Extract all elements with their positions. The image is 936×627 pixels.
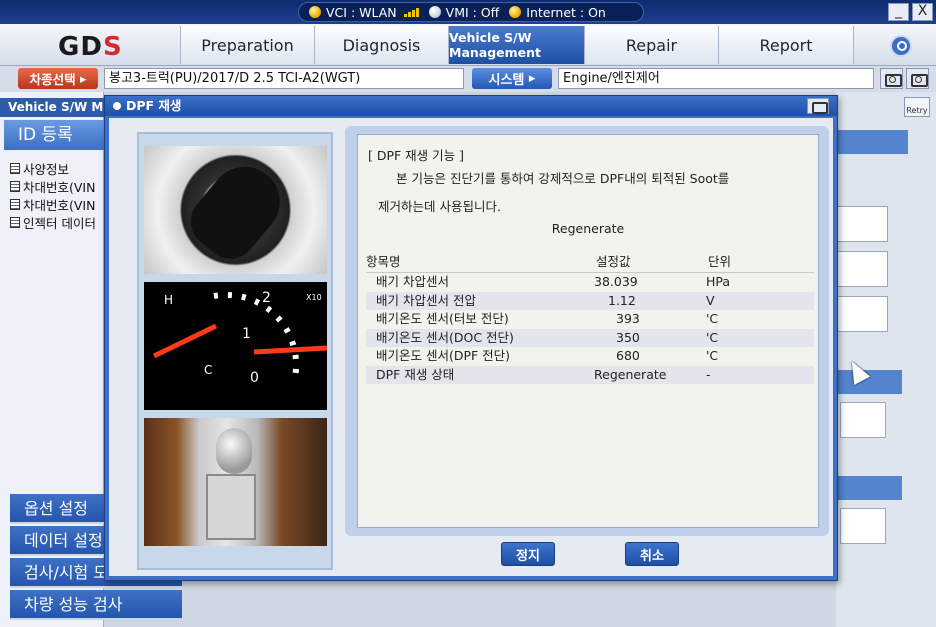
- right-box: [836, 206, 888, 242]
- svg-text:2: 2: [262, 290, 271, 306]
- dialog-camera-icon[interactable]: [807, 98, 829, 114]
- vehicle-select-label: 차종선택: [29, 72, 76, 87]
- search-icon[interactable]: [890, 35, 912, 57]
- function-description: 본 기능은 진단기를 통하여 강제적으로 DPF내의 퇴적된 Soot를 제거하…: [378, 171, 730, 214]
- right-box: [840, 402, 886, 438]
- vmi-status: VMI : Off: [428, 4, 500, 20]
- vehicle-field: 봉고3-트럭(PU)/2017/D 2.5 TCI-A2(WGT): [104, 68, 464, 89]
- dialog-titlebar: DPF 재생: [105, 96, 837, 116]
- capture-camera-icon[interactable]: [906, 68, 929, 89]
- table-row: DPF 재생 상태 Regenerate -: [366, 365, 814, 384]
- table-row: 배기 차압센서 전압 1.12 V: [366, 291, 814, 310]
- tab-repair[interactable]: Repair: [584, 26, 718, 64]
- table-row: 배기온도 센서(DPF 전단) 680 'C: [376, 348, 719, 363]
- system-button[interactable]: 시스템 ▸: [472, 68, 552, 89]
- right-box: [836, 296, 888, 332]
- right-header-bar: [836, 130, 908, 154]
- info-panel: [ DPF 재생 기능 ] 본 기능은 진단기를 통하여 강제적으로 DPF내의…: [357, 134, 819, 528]
- vehicle-performance-button[interactable]: 차량 성능 검사: [10, 590, 182, 620]
- tab-vehicle-sw-management[interactable]: Vehicle S/W Management: [448, 26, 584, 64]
- vehicle-select-button[interactable]: 차종선택 ▸: [18, 68, 98, 89]
- screenshot-camera-icon[interactable]: [880, 68, 903, 89]
- internet-led-icon: [509, 6, 522, 18]
- guide-photos: H 2 1 0 C X10: [137, 132, 333, 570]
- tachometer-image: H 2 1 0 C X10: [144, 282, 327, 410]
- vehicle-bar: 차종선택 ▸ 봉고3-트럭(PU)/2017/D 2.5 TCI-A2(WGT)…: [0, 66, 936, 92]
- left-item-spec[interactable]: 사양정보: [10, 160, 104, 177]
- minimize-button[interactable]: _: [888, 3, 909, 21]
- table-header: 항목명 설정값 단위: [366, 253, 814, 273]
- cancel-button[interactable]: 취소: [625, 542, 679, 566]
- right-box: [840, 508, 886, 544]
- section-title: [ DPF 재생 기능 ]: [368, 148, 465, 163]
- ignition-key-image: [144, 146, 327, 274]
- table-row: 배기온도 센서(DOC 전단) 350 'C: [366, 328, 814, 347]
- right-panel: [836, 92, 936, 627]
- vci-label: VCI : WLAN: [326, 4, 397, 20]
- id-register-button[interactable]: ID 등록: [4, 120, 104, 150]
- document-icon: [10, 217, 20, 228]
- tab-preparation[interactable]: Preparation: [180, 26, 314, 64]
- left-item-injector[interactable]: 인젝터 데이터: [10, 214, 104, 231]
- svg-text:1: 1: [242, 326, 251, 342]
- dialog-body: H 2 1 0 C X10 [ DPF 재생 기능 ] 본 기능은 진단기를 통…: [109, 118, 833, 576]
- main-menu: GDS Preparation Diagnosis Vehicle S/W Ma…: [0, 24, 936, 66]
- dpf-dialog: DPF 재생 H 2 1 0 C X10 [DPF 재생 기능] 본 기능은…: [104, 95, 838, 581]
- stop-button[interactable]: 정지: [501, 542, 555, 566]
- right-box: [836, 251, 888, 287]
- svg-text:0: 0: [250, 370, 259, 386]
- system-button-label: 시스템: [488, 73, 525, 88]
- internet-status: Internet : On: [509, 5, 606, 20]
- retry-button[interactable]: Retry: [904, 97, 930, 117]
- gear-shifter-image: [144, 418, 327, 546]
- left-item-vin[interactable]: 차대번호(VIN: [10, 178, 104, 195]
- document-icon: [10, 163, 20, 174]
- vmi-label: VMI : Off: [445, 4, 500, 20]
- regeneration-state-title: Regenerate: [551, 221, 625, 236]
- status-bar: VCI : WLAN VMI : Off Internet : On _ X: [0, 0, 936, 24]
- close-button[interactable]: X: [912, 3, 933, 21]
- wlan-signal-icon: [403, 7, 419, 17]
- vmi-led-icon: [428, 6, 441, 18]
- dialog-title: DPF 재생: [126, 98, 182, 113]
- internet-label: Internet : On: [526, 4, 606, 20]
- svg-text:H: H: [164, 293, 173, 307]
- connection-status: VCI : WLAN VMI : Off Internet : On: [298, 2, 644, 22]
- tab-diagnosis[interactable]: Diagnosis: [314, 26, 448, 64]
- document-icon: [10, 181, 20, 192]
- table-row: 배기온도 센서(터보 전단) 393 'C: [376, 311, 719, 326]
- table-row: 배기 차압센서 38.039 HPa: [376, 274, 731, 289]
- svg-text:C: C: [204, 363, 212, 377]
- svg-text:X10: X10: [306, 293, 322, 302]
- gds-logo: GDS: [58, 32, 123, 62]
- right-header-bar: [836, 476, 902, 500]
- left-item-vin-2[interactable]: 차대번호(VIN: [10, 196, 104, 213]
- vci-led-icon: [309, 6, 321, 18]
- left-panel-title: Vehicle S/W M: [0, 98, 104, 117]
- dialog-icon: [113, 102, 121, 110]
- vci-status: VCI : WLAN: [309, 5, 419, 20]
- sensor-table: 항목명 설정값 단위 배기 차압센서 38.039 HPa 배기 차압센서 전압…: [366, 253, 814, 384]
- info-frame: [ DPF 재생 기능 ] 본 기능은 진단기를 통하여 강제적으로 DPF내의…: [345, 126, 829, 536]
- system-field: Engine/엔진제어: [558, 68, 874, 89]
- document-icon: [10, 199, 20, 210]
- tab-report[interactable]: Report: [718, 26, 854, 64]
